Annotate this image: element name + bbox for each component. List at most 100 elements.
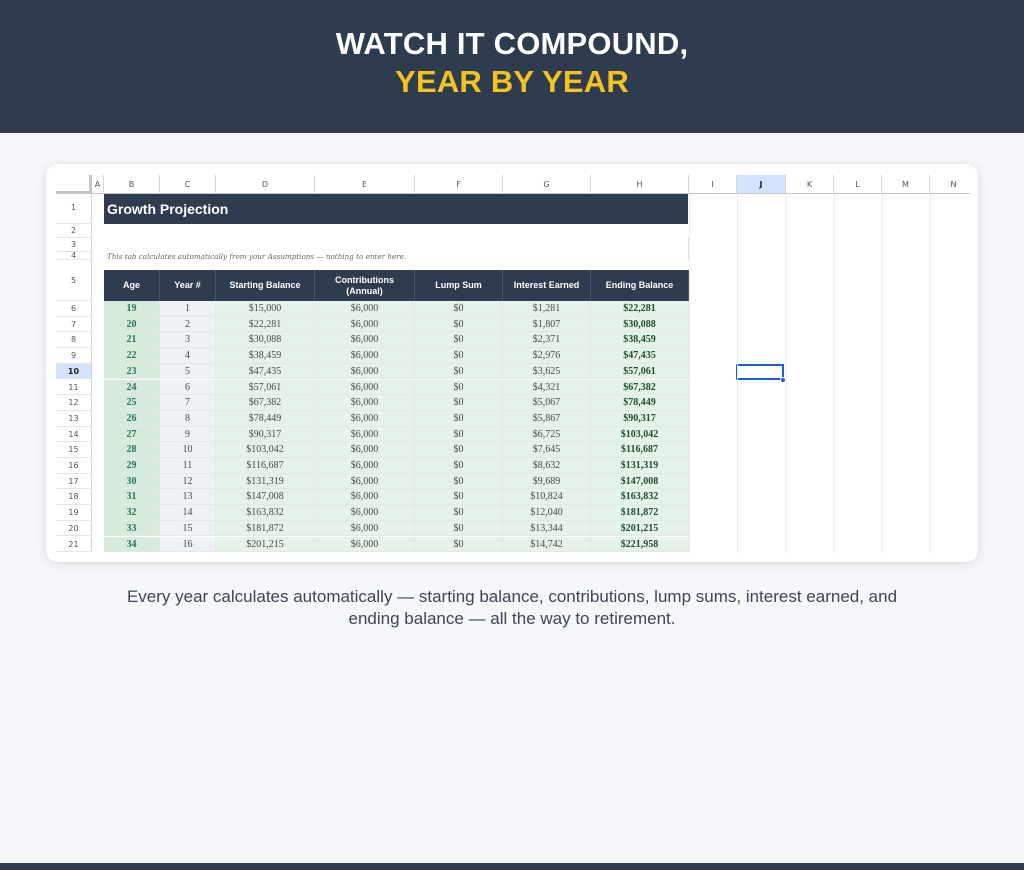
cell-age[interactable]: 29 bbox=[104, 458, 160, 474]
cell-ending-balance[interactable]: $221,958 bbox=[591, 536, 689, 553]
cell-age[interactable]: 22 bbox=[104, 348, 160, 364]
column-header-d[interactable]: D bbox=[216, 175, 315, 194]
cell-starting-balance[interactable]: $38,459 bbox=[216, 348, 315, 364]
header-ending-balance[interactable]: Ending Balance bbox=[591, 270, 689, 301]
cell-interest-earned[interactable]: $2,976 bbox=[503, 348, 591, 364]
cell-year[interactable]: 11 bbox=[160, 458, 216, 474]
row-header-4[interactable]: 4 bbox=[56, 252, 92, 260]
cell-age[interactable]: 32 bbox=[104, 505, 160, 521]
cell-contributions[interactable]: $6,000 bbox=[315, 505, 415, 521]
header-interest-earned[interactable]: Interest Earned bbox=[503, 270, 591, 301]
header-age[interactable]: Age bbox=[104, 270, 160, 301]
cell-lump-sum[interactable]: $0 bbox=[415, 395, 503, 411]
cell-contributions[interactable]: $6,000 bbox=[315, 458, 415, 474]
cell-lump-sum[interactable]: $0 bbox=[415, 363, 503, 380]
cell-ending-balance[interactable]: $47,435 bbox=[591, 348, 689, 364]
column-header-c[interactable]: C bbox=[160, 175, 216, 194]
cell-interest-earned[interactable]: $3,625 bbox=[503, 363, 591, 380]
cell-age[interactable]: 19 bbox=[104, 301, 160, 317]
cell-contributions[interactable]: $6,000 bbox=[315, 426, 415, 443]
row-header-5[interactable]: 5 bbox=[56, 260, 92, 301]
cell-lump-sum[interactable]: $0 bbox=[415, 536, 503, 553]
cell-contributions[interactable]: $6,000 bbox=[315, 348, 415, 364]
row-header-2[interactable]: 2 bbox=[56, 224, 92, 238]
cell-age[interactable]: 25 bbox=[104, 395, 160, 411]
row-header-6[interactable]: 6 bbox=[56, 301, 92, 317]
cell-contributions[interactable]: $6,000 bbox=[315, 442, 415, 458]
cell-lump-sum[interactable]: $0 bbox=[415, 316, 503, 333]
row-header-3[interactable]: 3 bbox=[56, 238, 92, 252]
cell-year[interactable]: 9 bbox=[160, 426, 216, 443]
cell-year[interactable]: 7 bbox=[160, 395, 216, 411]
cell-year[interactable]: 12 bbox=[160, 473, 216, 490]
cell-year[interactable]: 5 bbox=[160, 363, 216, 380]
cell-lump-sum[interactable]: $0 bbox=[415, 301, 503, 317]
cell-ending-balance[interactable]: $38,459 bbox=[591, 332, 689, 349]
cell-contributions[interactable]: $6,000 bbox=[315, 489, 415, 506]
row-header-7[interactable]: 7 bbox=[56, 316, 92, 333]
cell-starting-balance[interactable]: $181,872 bbox=[216, 520, 315, 537]
cell-year[interactable]: 6 bbox=[160, 379, 216, 396]
row-header-12[interactable]: 12 bbox=[56, 395, 92, 411]
cell-contributions[interactable]: $6,000 bbox=[315, 520, 415, 537]
cell-interest-earned[interactable]: $13,344 bbox=[503, 520, 591, 537]
cell-starting-balance[interactable]: $103,042 bbox=[216, 442, 315, 458]
cell-interest-earned[interactable]: $14,742 bbox=[503, 536, 591, 553]
cell-age[interactable]: 24 bbox=[104, 379, 160, 396]
column-header-m[interactable]: M bbox=[882, 175, 930, 194]
cell-lump-sum[interactable]: $0 bbox=[415, 505, 503, 521]
cell-age[interactable]: 33 bbox=[104, 520, 160, 537]
cell-lump-sum[interactable]: $0 bbox=[415, 410, 503, 427]
cell-starting-balance[interactable]: $163,832 bbox=[216, 505, 315, 521]
cell-lump-sum[interactable]: $0 bbox=[415, 379, 503, 396]
cell-contributions[interactable]: $6,000 bbox=[315, 332, 415, 349]
cell-age[interactable]: 28 bbox=[104, 442, 160, 458]
cell-contributions[interactable]: $6,000 bbox=[315, 316, 415, 333]
row-header-14[interactable]: 14 bbox=[56, 426, 92, 443]
cell-lump-sum[interactable]: $0 bbox=[415, 332, 503, 349]
cell-age[interactable]: 21 bbox=[104, 332, 160, 349]
cell-lump-sum[interactable]: $0 bbox=[415, 489, 503, 506]
cell-contributions[interactable]: $6,000 bbox=[315, 410, 415, 427]
row-header-16[interactable]: 16 bbox=[56, 458, 92, 474]
cell-ending-balance[interactable]: $22,281 bbox=[591, 301, 689, 317]
cell-year[interactable]: 15 bbox=[160, 520, 216, 537]
cell-interest-earned[interactable]: $5,067 bbox=[503, 395, 591, 411]
header-year[interactable]: Year # bbox=[160, 270, 216, 301]
cell-year[interactable]: 3 bbox=[160, 332, 216, 349]
header-starting-balance[interactable]: Starting Balance bbox=[216, 270, 315, 301]
cell-ending-balance[interactable]: $30,088 bbox=[591, 316, 689, 333]
cell-lump-sum[interactable]: $0 bbox=[415, 426, 503, 443]
cell-lump-sum[interactable]: $0 bbox=[415, 442, 503, 458]
cell-interest-earned[interactable]: $1,807 bbox=[503, 316, 591, 333]
cell-interest-earned[interactable]: $2,371 bbox=[503, 332, 591, 349]
row-header-18[interactable]: 18 bbox=[56, 489, 92, 506]
active-cell-selection[interactable] bbox=[736, 364, 784, 380]
cell-ending-balance[interactable]: $103,042 bbox=[591, 426, 689, 443]
cell-year[interactable]: 10 bbox=[160, 442, 216, 458]
cell-interest-earned[interactable]: $6,725 bbox=[503, 426, 591, 443]
cell-starting-balance[interactable]: $116,687 bbox=[216, 458, 315, 474]
cell-starting-balance[interactable]: $90,317 bbox=[216, 426, 315, 443]
header-lump-sum[interactable]: Lump Sum bbox=[415, 270, 503, 301]
cell-ending-balance[interactable]: $147,008 bbox=[591, 473, 689, 490]
row-header-8[interactable]: 8 bbox=[56, 332, 92, 349]
cell-ending-balance[interactable]: $90,317 bbox=[591, 410, 689, 427]
column-header-g[interactable]: G bbox=[503, 175, 591, 194]
cell-age[interactable]: 31 bbox=[104, 489, 160, 506]
cell-lump-sum[interactable]: $0 bbox=[415, 473, 503, 490]
cell-lump-sum[interactable]: $0 bbox=[415, 458, 503, 474]
cell-interest-earned[interactable]: $5,867 bbox=[503, 410, 591, 427]
row-header-9[interactable]: 9 bbox=[56, 348, 92, 364]
row-header-10[interactable]: 10 bbox=[56, 363, 92, 380]
cell-interest-earned[interactable]: $10,824 bbox=[503, 489, 591, 506]
select-all-corner[interactable] bbox=[56, 175, 92, 194]
sheet-note[interactable]: This tab calculates automatically from y… bbox=[107, 252, 406, 261]
cell-ending-balance[interactable]: $57,061 bbox=[591, 363, 689, 380]
cell-starting-balance[interactable]: $67,382 bbox=[216, 395, 315, 411]
cell-lump-sum[interactable]: $0 bbox=[415, 348, 503, 364]
cell-year[interactable]: 1 bbox=[160, 301, 216, 317]
row-header-11[interactable]: 11 bbox=[56, 379, 92, 396]
cell-ending-balance[interactable]: $78,449 bbox=[591, 395, 689, 411]
cell-ending-balance[interactable]: $201,215 bbox=[591, 520, 689, 537]
